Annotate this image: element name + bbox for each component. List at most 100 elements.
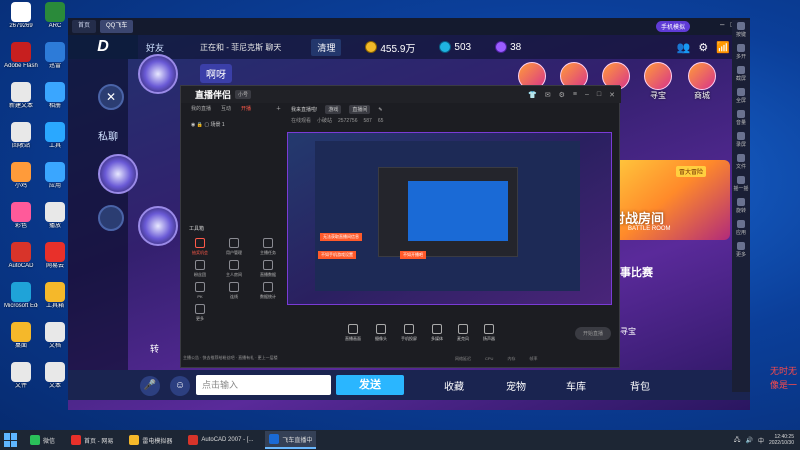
minimize-icon[interactable]: – [585,91,589,99]
desktop-icon[interactable]: 小鸡 [4,162,38,190]
toolbox-item[interactable]: 抽奖机会 [183,238,217,256]
taskbar-app[interactable]: 雷电模拟器 [125,431,176,449]
toolbox-item[interactable]: 更多 [183,304,217,322]
desktop-icon[interactable]: 桌面 [4,322,38,350]
avatar-selected[interactable] [98,154,138,194]
source-button[interactable]: 摄像头 [375,324,387,342]
edit-icon[interactable]: ✎ [378,107,382,113]
source-button[interactable]: 麦克风 [457,324,469,342]
message-icon[interactable]: ✉ [545,91,551,99]
toolbox-item[interactable]: 主人房间 [217,260,251,278]
emulator-sidebar-item[interactable]: 音量 [732,108,750,130]
tab-go-live[interactable]: 开播 [241,105,251,117]
tab-home[interactable]: 首页 [72,20,97,33]
maximize-icon[interactable]: □ [597,91,601,99]
toolbox-item[interactable]: 连线 [217,282,251,300]
shop-icon[interactable] [688,62,716,90]
desktop-icon[interactable]: Microsoft Edge [4,282,38,310]
desktop-icon[interactable]: 文本 [38,362,72,390]
taskbar-app[interactable]: 微信 [26,431,59,449]
stream-room[interactable]: 直播间 [349,105,371,114]
send-button[interactable]: 发送 [336,375,404,395]
desktop-icon[interactable]: 新建文本 [4,82,38,110]
clear-button[interactable]: 清理 [311,38,342,56]
emulator-sidebar-item[interactable]: 更多 [732,240,750,262]
private-chat-tab[interactable]: 私聊 [98,128,118,143]
start-live-button[interactable]: 开始直播 [574,326,611,340]
stream-category[interactable]: 游戏 [325,105,342,114]
desktop-icon[interactable]: 相册 [38,82,72,110]
nav-garage[interactable]: 车库 [566,378,586,393]
volume-icon[interactable]: 🔊 [745,437,752,444]
menu-icon[interactable]: ≡ [573,91,577,99]
toolbox-item[interactable]: 数据统计 [251,282,285,300]
stream-title[interactable]: 我来直播啦! [291,106,317,113]
toolbox-item[interactable]: 用户管理 [217,238,251,256]
toolbox-item[interactable]: 粉丝团 [183,260,217,278]
chat-input[interactable]: 点击输入 [196,375,331,395]
avatar-friend[interactable] [138,54,178,94]
mic-icon[interactable]: 🎤 [140,376,160,396]
toolbox-item[interactable]: 直播数据 [251,260,285,278]
toolbox-item[interactable]: PK [183,282,217,300]
taskbar-app[interactable]: 首页 - 网易 [67,431,117,449]
desktop-icon[interactable]: 应用 [38,162,72,190]
skin-icon[interactable]: 👕 [528,91,537,99]
desktop-icon[interactable]: 文件 [4,362,38,390]
desktop-icon[interactable]: 迅雷 [38,42,72,70]
friends-icon[interactable]: 👥 [677,41,691,54]
settings-icon[interactable]: ⚙ [698,41,708,54]
clock[interactable]: 12:40:25 2022/10/30 [769,434,794,446]
emulator-sidebar-item[interactable]: 摇一摇 [732,174,750,196]
friends-tab[interactable]: 好友 [138,41,200,54]
nav-backpack[interactable]: 背包 [630,378,650,393]
toolbox-item[interactable]: 主播任务 [251,238,285,256]
emulator-sidebar-item[interactable]: 应用 [732,218,750,240]
desktop-icon[interactable]: Adobe Flash [4,42,38,70]
desktop-icon[interactable]: 2679269 [4,2,38,30]
desktop-icon[interactable]: 工具箱 [38,282,72,310]
desktop-icon[interactable]: 回收站 [4,122,38,150]
emulator-sidebar-item[interactable]: 文件 [732,152,750,174]
tab-my-live[interactable]: 我的直播 [191,105,211,117]
emoji-icon[interactable]: ☺ [170,376,190,396]
settings-icon[interactable]: ⚙ [559,91,565,99]
treasure-hunt-label[interactable]: 寻宝 [620,326,636,337]
emulator-sidebar-item[interactable]: 全屏 [732,86,750,108]
source-button[interactable]: 多媒体 [431,324,443,342]
stream-preview[interactable]: 无法获取直播间信息 不如手机游戏设置 不如开播吧 [287,132,612,305]
mobile-sim-tag[interactable]: 手机模拟 [655,21,690,32]
emulator-sidebar-item[interactable]: 按键 [732,20,750,42]
network-icon[interactable]: 🖧 [734,435,741,445]
desktop-icon[interactable]: AutoCAD [4,242,38,270]
close-icon[interactable]: ✕ [609,91,615,99]
close-chat-button[interactable]: ✕ [98,84,124,110]
source-button[interactable]: 扬声器 [483,324,495,342]
desktop-icon[interactable]: 播放 [38,202,72,230]
add-scene-icon[interactable]: ＋ [276,105,285,117]
minimize-icon[interactable]: – [720,20,724,29]
taskbar-app[interactable]: 飞车直播中 [265,431,317,449]
tab-interaction[interactable]: 互动 [221,105,231,117]
nav-favorites[interactable]: 收藏 [444,378,464,393]
scene-item[interactable]: ◉ 🔒 ▢ 场景 1 [191,121,225,128]
desktop-icon[interactable]: ARC [38,2,72,30]
avatar-small[interactable] [98,205,124,231]
desktop-icon[interactable]: 工具 [38,122,72,150]
match-label[interactable]: 事比赛 [620,264,653,280]
desktop-icon[interactable]: 彩色 [4,202,38,230]
nav-pets[interactable]: 宠物 [506,378,526,393]
tab-qqspeed[interactable]: QQ飞车 [100,20,134,33]
start-icon[interactable] [4,433,18,447]
ime-icon[interactable]: 中 [758,436,764,445]
emulator-sidebar-item[interactable]: 旋转 [732,196,750,218]
emulator-sidebar-item[interactable]: 录屏 [732,130,750,152]
treasure-icon[interactable] [644,62,672,90]
emulator-sidebar-item[interactable]: 多开 [732,42,750,64]
source-button[interactable]: 直播画面 [345,324,361,342]
forward-label[interactable]: 转 [150,342,159,355]
desktop-icon[interactable]: 文档 [38,322,72,350]
taskbar-app[interactable]: AutoCAD 2007 - [... [184,431,257,449]
avatar-other[interactable] [138,206,178,246]
source-button[interactable]: 手机投屏 [401,324,417,342]
